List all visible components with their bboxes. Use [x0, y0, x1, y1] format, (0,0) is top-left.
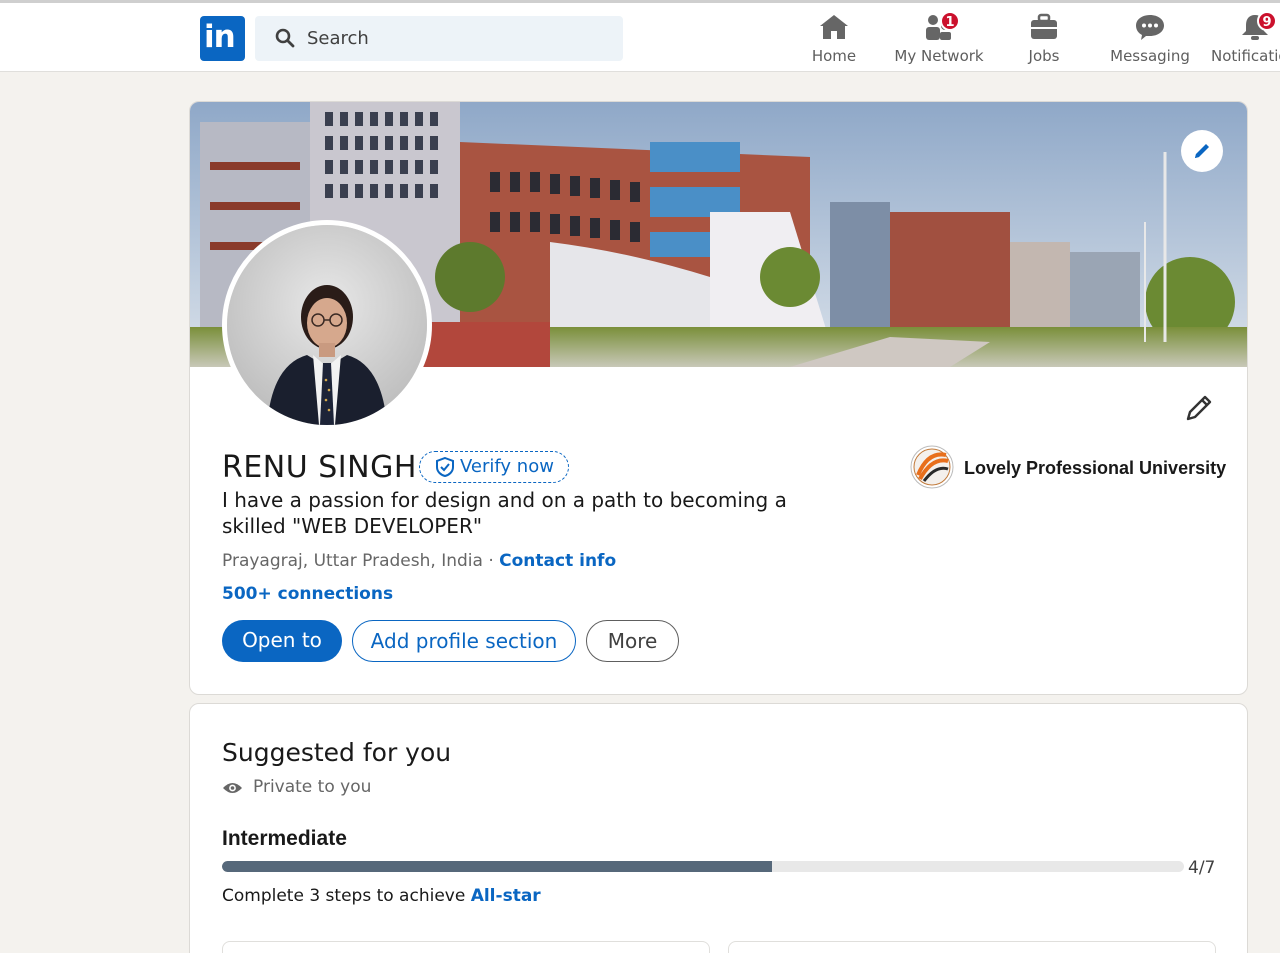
network-badge: 1: [940, 11, 960, 31]
more-button[interactable]: More: [586, 620, 679, 662]
pencil-icon: [1195, 144, 1209, 158]
verify-now-label: Verify now: [460, 456, 554, 477]
search-input[interactable]: Search: [255, 16, 623, 61]
suggested-title: Suggested for you: [222, 738, 452, 767]
add-profile-section-button[interactable]: Add profile section: [352, 620, 576, 662]
private-note: Private to you: [222, 777, 371, 797]
nav-messaging-label: Messaging: [1110, 47, 1190, 65]
notifications-badge: 9: [1257, 11, 1277, 31]
edit-cover-button[interactable]: [1181, 130, 1223, 172]
progress-count: 4/7: [1188, 858, 1216, 878]
home-icon: [820, 15, 848, 39]
profile-strength-level: Intermediate: [222, 827, 347, 850]
achieve-prefix: Complete 3 steps to achieve: [222, 886, 466, 906]
suggestion-subcard[interactable]: [222, 941, 710, 953]
open-to-button[interactable]: Open to: [222, 620, 342, 662]
progress-fill: [222, 861, 772, 872]
nav-jobs-label: Jobs: [1028, 47, 1060, 65]
linkedin-logo-icon[interactable]: in: [200, 16, 245, 61]
university-name: Lovely Professional University: [964, 458, 1227, 478]
all-star-link[interactable]: All-star: [471, 886, 541, 906]
verify-now-button[interactable]: Verify now: [419, 451, 569, 483]
briefcase-icon: [1031, 13, 1057, 39]
edit-intro-pencil-icon[interactable]: [1184, 393, 1214, 423]
nav-notifications-label: Notifications: [1211, 47, 1280, 65]
nav-notifications[interactable]: 9 Notifications: [1210, 11, 1280, 71]
profile-headline: I have a passion for design and on a pat…: [222, 488, 787, 538]
connections-link[interactable]: 500+ connections: [222, 584, 393, 604]
profile-strength-progress-bar: [222, 861, 1184, 872]
nav-home-label: Home: [811, 47, 857, 65]
profile-photo[interactable]: [222, 220, 432, 430]
profile-card: RENU SINGH Verify now I have a passion f…: [189, 101, 1248, 695]
nav-messaging[interactable]: Messaging: [1108, 11, 1192, 71]
nav-my-network-label: My Network: [894, 47, 984, 65]
nav-my-network[interactable]: 1 My Network: [893, 11, 985, 71]
search-placeholder: Search: [307, 28, 369, 49]
suggested-card: Suggested for you Private to you Interme…: [189, 703, 1248, 953]
achieve-text: Complete 3 steps to achieve All-star: [222, 886, 541, 906]
search-icon: [275, 28, 295, 48]
private-label: Private to you: [253, 777, 372, 797]
messaging-icon: [1136, 15, 1164, 40]
suggestion-subcard[interactable]: [728, 941, 1216, 953]
university-logo-icon: [910, 445, 954, 489]
profile-location: Prayagraj, Uttar Pradesh, India: [222, 551, 483, 571]
profile-name: RENU SINGH: [222, 450, 417, 485]
nav-home[interactable]: Home: [800, 11, 868, 71]
shield-check-icon: [436, 457, 454, 477]
location-separator: ·: [488, 551, 494, 571]
nav-jobs[interactable]: Jobs: [1012, 11, 1076, 71]
profile-location-row: Prayagraj, Uttar Pradesh, India · Contac…: [222, 551, 616, 571]
eye-icon: [223, 783, 242, 793]
top-navigation-bar: in Search Home 1 My Network Jobs Messagi…: [0, 0, 1280, 72]
contact-info-link[interactable]: Contact info: [499, 551, 616, 571]
